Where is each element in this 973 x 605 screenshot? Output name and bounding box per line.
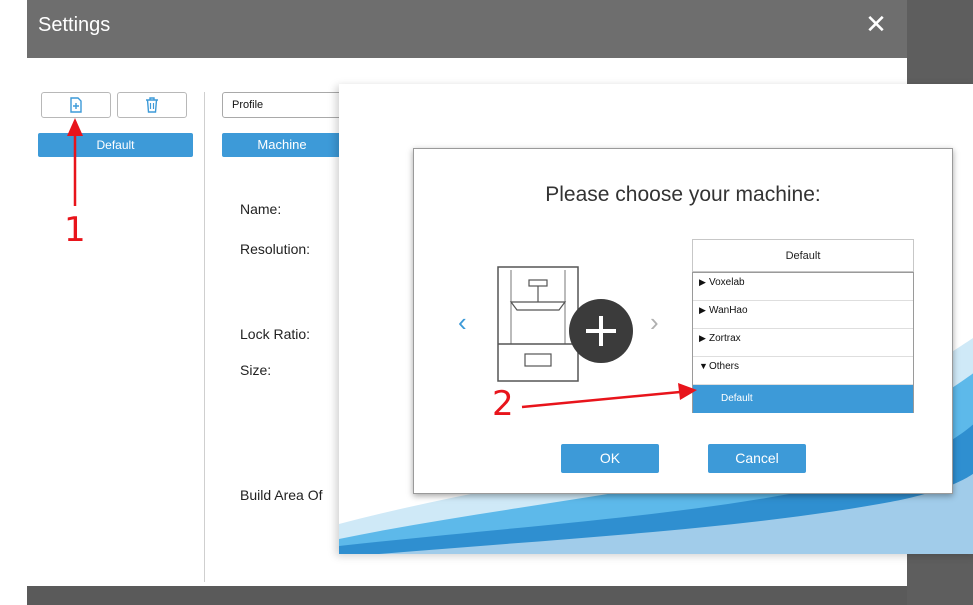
arrow-1 [67,118,83,206]
arrow-2 [521,383,697,409]
annotation-arrows [67,118,697,409]
annotation-number-2: 2 [492,384,514,424]
annotation-number-1: 1 [64,210,86,250]
